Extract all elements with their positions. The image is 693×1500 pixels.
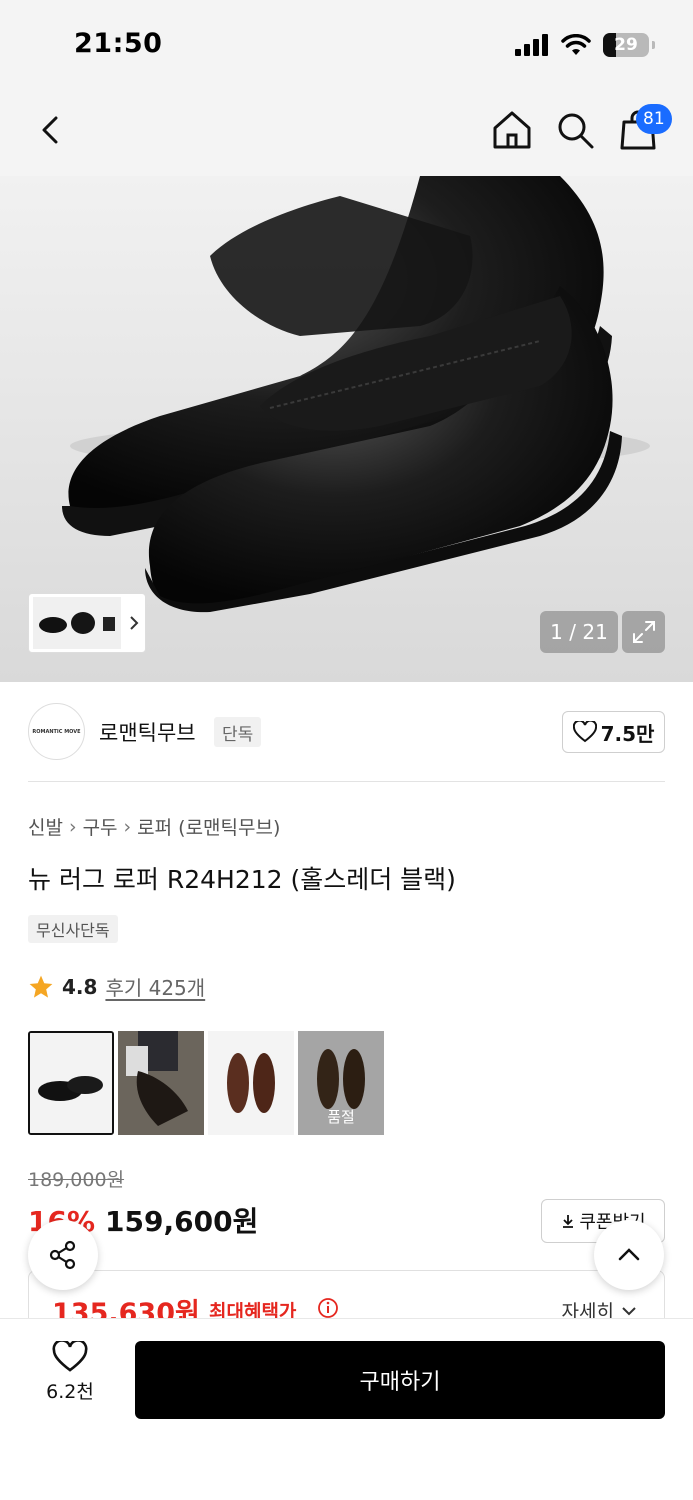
color-option-black[interactable] [28,1031,114,1135]
expand-icon [632,621,655,643]
product-image[interactable]: 1 / 21 [0,176,693,682]
exclusive-tag: 무신사단독 [28,915,118,943]
brand-like-count: 7.5만 [600,721,655,746]
option-image [118,1031,204,1135]
thumbnail-preview [33,597,121,649]
back-icon[interactable] [30,108,74,152]
info-icon[interactable] [317,1297,339,1319]
option-image [30,1033,112,1133]
brand-logo[interactable]: ROMANTIC MOVE [28,703,85,760]
product-like-count: 6.2천 [46,1381,94,1403]
signal-icon [515,34,548,56]
chevron-right-icon [130,616,139,630]
breadcrumb-item[interactable]: 신발 [28,813,63,840]
option-image [208,1031,294,1135]
share-icon [49,1240,76,1270]
brand-like-button[interactable]: 7.5만 [562,711,665,753]
bottom-bar: 6.2천 구매하기 [0,1318,693,1500]
breadcrumb-item[interactable]: 로퍼 (로맨틱무브) [137,813,280,840]
status-bar: 21:50 29 [0,0,693,88]
brand-exclusive-tag: 단독 [214,717,262,747]
chevron-right-icon: › [123,815,132,838]
soldout-label: 품절 [327,1108,355,1126]
search-icon[interactable] [553,108,597,152]
heart-icon [52,1341,88,1372]
top-nav: 81 [0,88,693,176]
rating-row: 4.8 후기 425개 [28,972,205,1001]
status-time: 21:50 [74,28,163,59]
product-like-button[interactable]: 6.2천 [30,1341,110,1404]
review-count-link[interactable]: 후기 425개 [105,972,205,1001]
battery-icon: 29 [603,33,655,57]
home-icon[interactable] [490,108,534,152]
product-title: 뉴 러그 로퍼 R24H212 (홀스레더 블랙) [28,865,456,894]
heart-icon [572,721,597,743]
star-icon [29,975,53,998]
image-counter: 1 / 21 [540,611,618,653]
color-options: 품절 [28,1031,384,1135]
brand-name[interactable]: 로맨틱무브 [99,717,196,747]
color-option-suede-brown[interactable]: 품절 [298,1031,384,1135]
chevron-up-icon [618,1248,640,1261]
image-thumbnail-strip[interactable] [28,593,146,653]
expand-button[interactable] [622,611,665,653]
color-option-brown[interactable] [208,1031,294,1135]
color-option-black-worn[interactable] [118,1031,204,1135]
chevron-right-icon: › [68,815,77,838]
status-icons: 29 [515,33,655,57]
chevron-down-icon [622,1306,636,1315]
breadcrumb: 신발 › 구두 › 로퍼 (로맨틱무브) [28,813,280,840]
download-icon [563,1215,574,1228]
original-price: 189,000원 [28,1169,125,1191]
brand-row: ROMANTIC MOVE 로맨틱무브 단독 7.5만 [28,682,665,782]
buy-button[interactable]: 구매하기 [135,1341,665,1419]
breadcrumb-item[interactable]: 구두 [83,813,118,840]
battery-level: 29 [614,35,638,55]
scroll-top-button[interactable] [594,1220,664,1290]
wifi-icon [561,34,591,55]
rating-value: 4.8 [62,974,98,999]
cart-count-badge: 81 [636,104,672,134]
share-button[interactable] [28,1220,98,1290]
sale-price: 159,600원 [105,1205,259,1238]
